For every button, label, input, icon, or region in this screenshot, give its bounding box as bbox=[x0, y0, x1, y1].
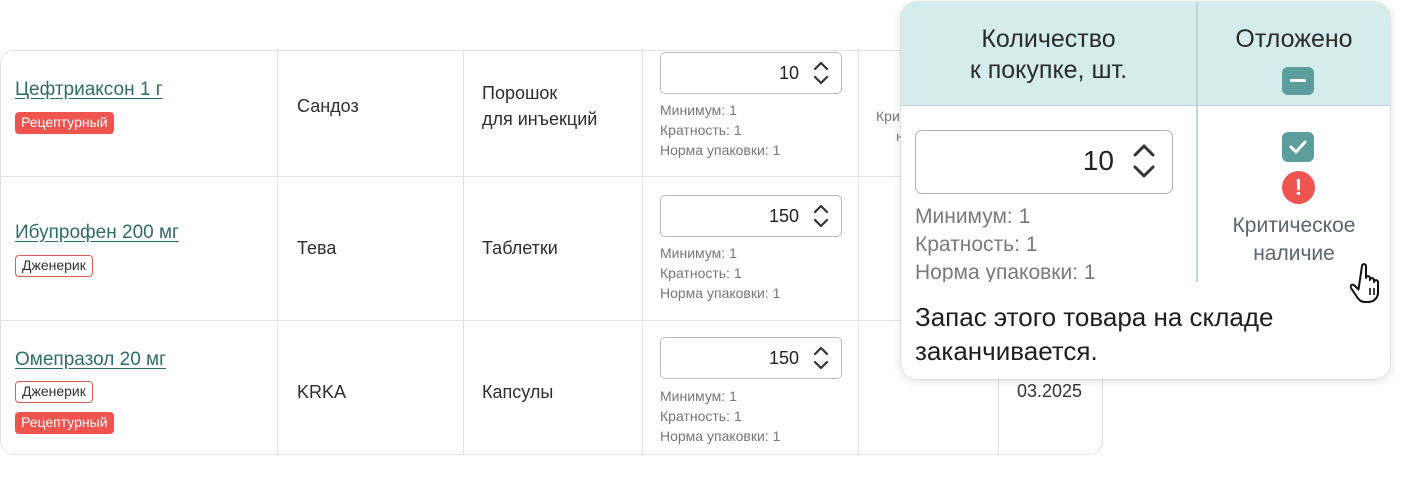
quantity-value: 10 bbox=[778, 63, 799, 83]
column-header-postponed: Отложено bbox=[1235, 25, 1353, 53]
warning-icon[interactable]: ! bbox=[1282, 171, 1315, 204]
minimum-label: Минимум: 1 bbox=[915, 205, 1031, 228]
minimum-label: Минимум: 1 bbox=[660, 102, 737, 118]
column-divider bbox=[858, 321, 859, 454]
manufacturer: Сандоз bbox=[297, 96, 359, 116]
pack-norm-label: Норма упаковки: 1 bbox=[660, 428, 781, 444]
chevron-up-down-icon[interactable] bbox=[813, 60, 829, 86]
column-divider bbox=[463, 321, 464, 454]
dosage-form: Капсулы bbox=[482, 382, 554, 402]
manufacturer: KRKA bbox=[297, 382, 347, 402]
pack-norm-label: Норма упаковки: 1 bbox=[660, 142, 781, 158]
order-rules: Минимум: 1 Кратность: 1 Норма упаковки: … bbox=[660, 243, 780, 303]
hand-pointer-icon bbox=[1350, 263, 1379, 303]
check-icon bbox=[1289, 140, 1307, 154]
prescription-badge: Рецептурный bbox=[15, 112, 114, 134]
column-divider bbox=[642, 51, 643, 176]
column-divider bbox=[277, 177, 278, 320]
product-name-link[interactable]: Цефтриаксон 1 г bbox=[15, 79, 163, 101]
order-rules: Минимум: 1 Кратность: 1 Норма упаковки: … bbox=[660, 386, 780, 446]
column-divider bbox=[463, 51, 464, 176]
quantity-value: 150 bbox=[768, 206, 799, 226]
multiplicity-label: Кратность: 1 bbox=[915, 233, 1038, 256]
product-name-link[interactable]: Омепразол 20 мг bbox=[15, 349, 166, 371]
minus-checkbox-icon[interactable] bbox=[1282, 67, 1314, 95]
column-header-quantity: Количество к покупке, шт. bbox=[969, 25, 1128, 84]
product-name-link[interactable]: Ибупрофен 200 мг bbox=[15, 222, 179, 244]
column-divider bbox=[277, 321, 278, 454]
column-divider bbox=[277, 51, 278, 176]
tooltip-text: Запас этого товара на складе заканчивает… bbox=[915, 302, 1274, 366]
column-divider bbox=[642, 321, 643, 454]
order-rules: Минимум: 1 Кратность: 1 Норма упаковки: … bbox=[660, 100, 780, 160]
chevron-up-down-icon[interactable] bbox=[813, 203, 829, 229]
postponed-checkbox[interactable] bbox=[1282, 132, 1314, 162]
column-divider bbox=[463, 177, 464, 320]
chevron-up-down-icon[interactable] bbox=[1132, 142, 1156, 180]
order-rules: Минимум: 1 Кратность: 1 Норма упаковки: … bbox=[915, 203, 1096, 287]
expiry-date-partial: 03.2025 bbox=[1017, 381, 1083, 401]
minimum-label: Минимум: 1 bbox=[660, 388, 737, 404]
quantity-stepper[interactable]: 150 bbox=[660, 195, 842, 237]
quantity-value: 150 bbox=[768, 348, 799, 368]
dosage-form: Таблетки bbox=[482, 238, 558, 258]
quantity-value: 10 bbox=[1082, 145, 1114, 176]
generic-badge: Дженерик bbox=[15, 255, 93, 277]
multiplicity-label: Кратность: 1 bbox=[660, 265, 742, 281]
chevron-up-down-icon[interactable] bbox=[813, 345, 829, 371]
multiplicity-label: Кратность: 1 bbox=[660, 408, 742, 424]
multiplicity-label: Кратность: 1 bbox=[660, 122, 742, 138]
prescription-badge: Рецептурный bbox=[15, 412, 114, 434]
column-divider bbox=[858, 51, 859, 176]
column-divider bbox=[858, 177, 859, 320]
row-detail-popover: Количество к покупке, шт. Отложено 10 Ми… bbox=[901, 2, 1390, 379]
generic-badge: Дженерик bbox=[15, 381, 93, 403]
manufacturer: Тева bbox=[297, 238, 337, 258]
minimum-label: Минимум: 1 bbox=[660, 245, 737, 261]
quantity-stepper[interactable]: 10 bbox=[915, 130, 1173, 194]
status-text-partial: Кри bbox=[876, 108, 900, 124]
column-divider bbox=[642, 177, 643, 320]
dosage-form: Порошок для инъекций bbox=[482, 83, 598, 129]
quantity-stepper[interactable]: 150 bbox=[660, 337, 842, 379]
critical-stock-label: Критическое наличие bbox=[1232, 214, 1356, 265]
pack-norm-label: Норма упаковки: 1 bbox=[660, 285, 781, 301]
quantity-stepper[interactable]: 10 bbox=[660, 52, 842, 94]
